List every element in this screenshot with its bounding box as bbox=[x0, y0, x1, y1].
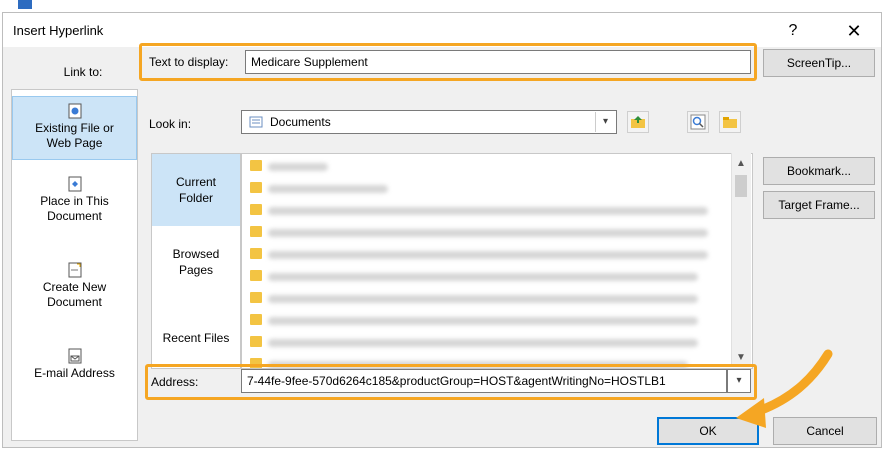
list-item[interactable] bbox=[246, 266, 726, 288]
text-to-display-label: Text to display: bbox=[149, 55, 229, 69]
look-in-select[interactable]: Documents bbox=[241, 110, 617, 134]
link-to-label: Link to: bbox=[63, 65, 103, 79]
help-button[interactable]: ? bbox=[779, 19, 807, 43]
place-browsed-line2: Pages bbox=[178, 263, 214, 277]
place-current-line1: Current bbox=[175, 175, 216, 189]
folder-icon bbox=[250, 248, 262, 259]
browse-file-icon[interactable] bbox=[719, 111, 741, 133]
place-browsed-pages[interactable]: Browsed Pages bbox=[152, 246, 240, 286]
place-current-folder[interactable]: Current Folder bbox=[152, 154, 240, 226]
folder-icon bbox=[250, 314, 262, 325]
list-item[interactable] bbox=[246, 332, 726, 354]
up-folder-icon[interactable] bbox=[627, 111, 649, 133]
bookmark-button[interactable]: Bookmark... bbox=[763, 157, 875, 185]
target-frame-button[interactable]: Target Frame... bbox=[763, 191, 875, 219]
scroll-up-icon[interactable]: ▲ bbox=[733, 157, 749, 171]
folder-icon bbox=[250, 292, 262, 303]
list-item[interactable] bbox=[246, 310, 726, 332]
ok-button[interactable]: OK bbox=[657, 417, 759, 445]
list-item[interactable] bbox=[246, 244, 726, 266]
address-input[interactable]: 7-44fe-9fee-570d6264c185&productGroup=HO… bbox=[241, 369, 727, 393]
scroll-thumb[interactable] bbox=[735, 175, 747, 197]
list-item[interactable] bbox=[246, 200, 726, 222]
folder-icon bbox=[250, 270, 262, 281]
folder-icon bbox=[250, 336, 262, 347]
link-place-line1: Place in This bbox=[40, 194, 109, 208]
place-recent-files[interactable]: Recent Files bbox=[152, 330, 240, 354]
email-icon bbox=[68, 348, 81, 364]
look-in-label: Look in: bbox=[149, 117, 192, 131]
place-recent-line1: Recent Files bbox=[162, 331, 230, 345]
screentip-button[interactable]: ScreenTip... bbox=[763, 49, 875, 77]
address-dropdown-icon[interactable]: ▾ bbox=[727, 369, 751, 393]
place-in-document-icon bbox=[68, 176, 81, 192]
text-to-display-input[interactable]: Medicare Supplement bbox=[245, 50, 751, 74]
cancel-button[interactable]: Cancel bbox=[773, 417, 877, 445]
title-bar: Insert Hyperlink ? ✕ bbox=[3, 13, 881, 47]
place-current-line2: Folder bbox=[178, 191, 213, 205]
file-list[interactable] bbox=[241, 153, 753, 369]
top-strip bbox=[0, 0, 884, 12]
look-in-value: Documents bbox=[270, 115, 331, 129]
link-existing-file-line2: Web Page bbox=[46, 136, 103, 150]
places-panel: Current Folder Browsed Pages Recent File… bbox=[151, 153, 241, 369]
place-browsed-line1: Browsed bbox=[172, 247, 220, 261]
address-label: Address: bbox=[151, 375, 199, 389]
link-create-new-document[interactable]: Create New Document bbox=[12, 262, 137, 322]
link-create-line2: Document bbox=[47, 295, 102, 309]
list-item[interactable] bbox=[246, 156, 726, 178]
close-button[interactable]: ✕ bbox=[837, 19, 871, 43]
link-place-in-document[interactable]: Place in This Document bbox=[12, 176, 137, 236]
existing-file-icon bbox=[68, 103, 81, 119]
list-item[interactable] bbox=[246, 178, 726, 200]
app-accent bbox=[18, 0, 32, 9]
link-place-line2: Document bbox=[47, 209, 102, 223]
folder-icon bbox=[250, 226, 262, 237]
insert-hyperlink-dialog: Insert Hyperlink ? ✕ Link to: Existing F… bbox=[2, 12, 882, 448]
scroll-down-icon[interactable]: ▼ bbox=[733, 351, 749, 365]
link-email-line1: E-mail Address bbox=[34, 366, 115, 380]
dialog-title: Insert Hyperlink bbox=[13, 23, 104, 38]
list-item[interactable] bbox=[246, 222, 726, 244]
link-existing-file[interactable]: Existing File or Web Page bbox=[12, 96, 137, 160]
documents-folder-icon bbox=[249, 116, 263, 128]
link-existing-file-line1: Existing File or bbox=[35, 121, 114, 135]
list-item[interactable] bbox=[246, 288, 726, 310]
link-email-address[interactable]: E-mail Address bbox=[12, 348, 137, 396]
look-in-dropdown-icon[interactable]: ▾ bbox=[595, 112, 615, 132]
folder-icon bbox=[250, 204, 262, 215]
folder-icon bbox=[250, 182, 262, 193]
folder-icon bbox=[250, 160, 262, 171]
browse-web-icon[interactable] bbox=[687, 111, 709, 133]
link-to-bar: Existing File or Web Page Place in This … bbox=[11, 89, 138, 441]
link-create-line1: Create New bbox=[42, 280, 107, 294]
new-document-icon bbox=[68, 262, 81, 278]
